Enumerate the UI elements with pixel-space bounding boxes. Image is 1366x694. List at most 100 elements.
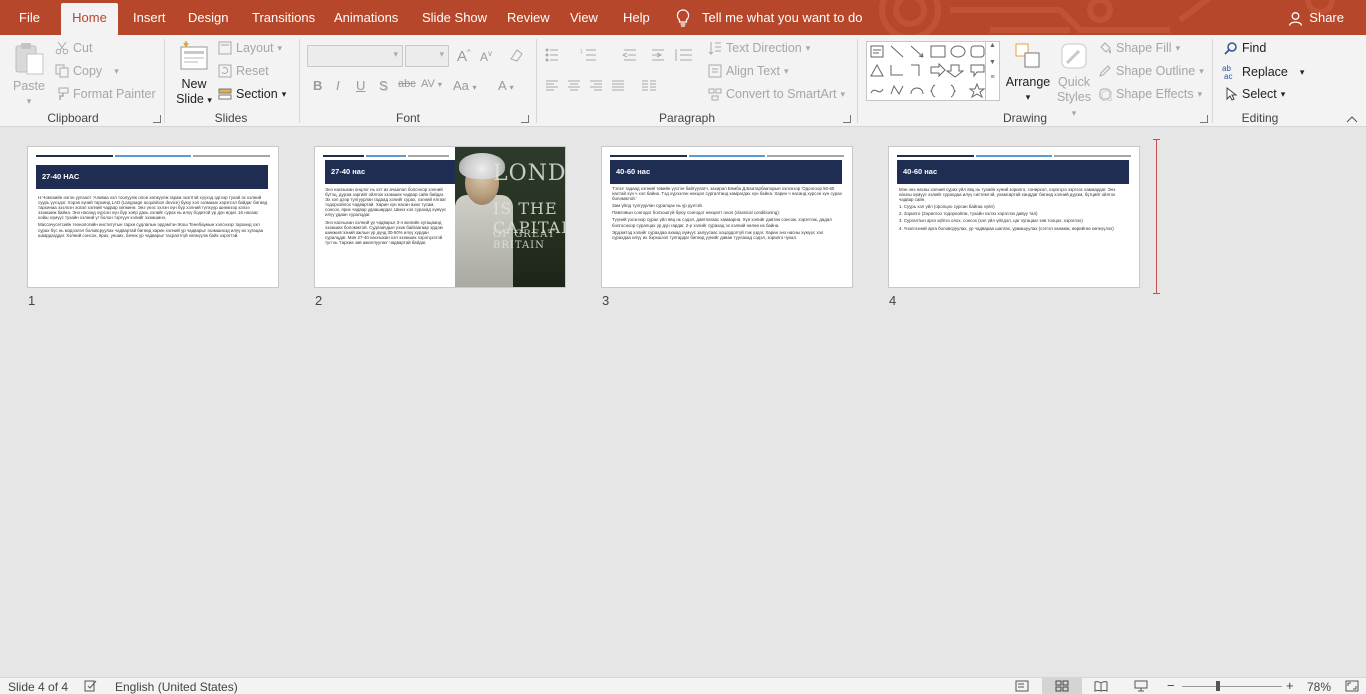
normal-view-icon[interactable] (1015, 680, 1029, 692)
arrange-button[interactable]: Arrange ▾ (1004, 41, 1052, 105)
slide-thumbnail-2[interactable]: 27-40 нас Энэ насныхан онцлог нь хэт их … (314, 146, 566, 288)
clipboard-dialog-launcher[interactable] (153, 115, 161, 123)
share-button[interactable]: Share (1288, 3, 1344, 33)
strikethrough-button[interactable]: abc (398, 78, 416, 90)
cut-button[interactable]: Cut (55, 41, 92, 55)
reset-button[interactable]: Reset (218, 64, 269, 78)
shapes-gallery-scroll[interactable]: ▲ ▼ ≡ (986, 41, 1000, 101)
font-name-combo[interactable]: ▾ (307, 45, 403, 67)
paste-button[interactable]: Paste ▾ (12, 41, 46, 109)
zoom-out-button[interactable]: − (1167, 678, 1175, 693)
character-spacing-button[interactable]: AV ▾ (421, 78, 442, 90)
font-size-combo[interactable]: ▾ (405, 45, 449, 67)
shape-outline-label: Shape Outline (1116, 64, 1196, 78)
shape-outline-button[interactable]: Shape Outline ▾ (1098, 64, 1204, 78)
grow-font-button[interactable]: A^ (457, 48, 471, 65)
slide-top-lines (897, 155, 1132, 158)
layout-button[interactable]: Layout ▾ (218, 41, 282, 55)
shrink-font-button[interactable]: Av (480, 49, 492, 64)
spelling-check-icon[interactable] (84, 680, 98, 692)
slide-thumbnail-3[interactable]: 40-60 нас 'Гэгээ' гадаад хэлний төвийн ү… (601, 146, 853, 288)
text-direction-button[interactable]: Text Direction ▾ (708, 41, 810, 55)
slide-show-view-icon[interactable] (1134, 680, 1148, 692)
slide-paragraph: 4. Үнэлгээний арга боловсруулах, ур чадв… (899, 225, 1114, 231)
smartart-icon (708, 88, 722, 101)
alignment-buttons[interactable] (544, 79, 684, 93)
replace-button[interactable]: ab ac Replace ▾ (1222, 64, 1304, 80)
shrink-font-label: A (480, 50, 489, 64)
text-shadow-button[interactable]: S (379, 78, 388, 93)
tab-animations[interactable]: Animations (324, 3, 408, 35)
slide-sorter-view-button[interactable] (1042, 678, 1082, 694)
copy-button[interactable]: Copy ▾ (55, 64, 119, 78)
zoom-slider[interactable] (1182, 686, 1282, 687)
paste-icon (15, 43, 44, 75)
svg-text:ac: ac (1224, 72, 1232, 80)
tab-transitions[interactable]: Transitions (242, 3, 325, 35)
find-button[interactable]: Find (1224, 41, 1266, 55)
slide-thumbnail-4[interactable]: 40-60 нас Мэн энэ насны хэлний сурах үйл… (888, 146, 1140, 288)
slides-group-label: Slides (214, 111, 248, 125)
new-slide-button[interactable]: New Slide ▾ (172, 41, 216, 108)
font-dialog-launcher[interactable] (521, 115, 529, 123)
change-case-label: Aa (453, 78, 469, 93)
slide-title: 40-60 нас (897, 160, 1129, 184)
eraser-icon (510, 49, 523, 62)
section-button[interactable]: Section ▾ (218, 87, 286, 101)
paintbrush-icon (58, 87, 69, 100)
slide-paragraph: 3. Сургалтын арга зүйгээ олох, сонсох (х… (899, 218, 1083, 224)
tab-file[interactable]: File (9, 3, 50, 35)
tab-slide-show[interactable]: Slide Show (412, 3, 497, 35)
scissors-icon (55, 41, 69, 55)
tell-me-text[interactable]: Tell me what you want to do (702, 3, 862, 33)
tab-view[interactable]: View (560, 3, 608, 35)
layout-label: Layout (236, 41, 274, 55)
italic-button[interactable]: I (336, 78, 340, 93)
paragraph-dialog-launcher[interactable] (843, 115, 851, 123)
format-painter-button[interactable]: Format Painter (55, 87, 156, 101)
group-separator (1212, 39, 1213, 123)
london-photo: LONDON IS THE CAPITAL OF GREAT BRITAIN (455, 147, 565, 287)
zoom-in-button[interactable]: + (1286, 678, 1294, 693)
slide-thumbnail-1[interactable]: 27-40 НАС Н.Чомскийн нэгэн уулзалт 'Алив… (27, 146, 279, 288)
underline-button[interactable]: U (356, 78, 365, 93)
align-text-button[interactable]: Align Text ▾ (708, 64, 789, 78)
drawing-dialog-launcher[interactable] (1200, 115, 1208, 123)
tab-help[interactable]: Help (613, 3, 660, 35)
slide-paragraph: Зам үйлд тулгуурлан суралцах нь үр дүнтэ… (612, 203, 703, 209)
paint-bucket-icon (1100, 42, 1111, 54)
cursor-arrow-icon (1226, 87, 1238, 101)
select-button[interactable]: Select ▾ (1224, 87, 1285, 101)
reading-view-icon[interactable] (1094, 680, 1108, 692)
quick-styles-button[interactable]: Quick Styles ▾ (1053, 41, 1095, 121)
bold-button[interactable]: B (313, 78, 322, 93)
tab-design[interactable]: Design (178, 3, 238, 35)
cut-label: Cut (73, 41, 93, 55)
language-indicator[interactable]: English (United States) (115, 680, 238, 694)
zoom-slider-thumb[interactable] (1216, 681, 1220, 691)
slide-paragraph: Энэ насныхан онцлог нь хэт их ачаалал бо… (325, 187, 447, 218)
fit-to-window-icon[interactable] (1345, 680, 1359, 692)
drawing-group-label: Drawing (1002, 111, 1047, 125)
tab-review[interactable]: Review (497, 3, 560, 35)
slide-sorter-view: 27-40 НАС Н.Чомскийн нэгэн уулзалт 'Алив… (0, 127, 1366, 677)
change-case-button[interactable]: Aa ▾ (453, 78, 477, 93)
grow-font-label: A (457, 48, 468, 65)
arrange-label: Arrange (1005, 75, 1051, 89)
tell-me-search[interactable]: Tell me what you want to do (676, 3, 862, 33)
tab-insert[interactable]: Insert (123, 3, 176, 35)
font-color-button[interactable]: A ▾ (498, 78, 514, 93)
format-painter-label: Format Painter (73, 87, 156, 101)
slide-number-4: 4 (889, 293, 897, 308)
zoom-level[interactable]: 78% (1307, 680, 1331, 694)
shape-fill-button[interactable]: Shape Fill ▾ (1098, 41, 1180, 55)
convert-to-smartart-button[interactable]: Convert to SmartArt ▾ (708, 87, 845, 101)
tab-home[interactable]: Home (61, 3, 118, 35)
slide-body: Энэ насныхан онцлог нь хэт их ачаалал бо… (325, 187, 449, 247)
collapse-ribbon-icon[interactable] (1346, 115, 1358, 123)
clear-formatting-button[interactable] (508, 47, 524, 66)
shapes-gallery[interactable] (866, 41, 986, 101)
shape-effects-button[interactable]: Shape Effects ▾ (1098, 87, 1202, 101)
paste-label: Paste (13, 79, 45, 93)
group-separator (299, 39, 300, 123)
